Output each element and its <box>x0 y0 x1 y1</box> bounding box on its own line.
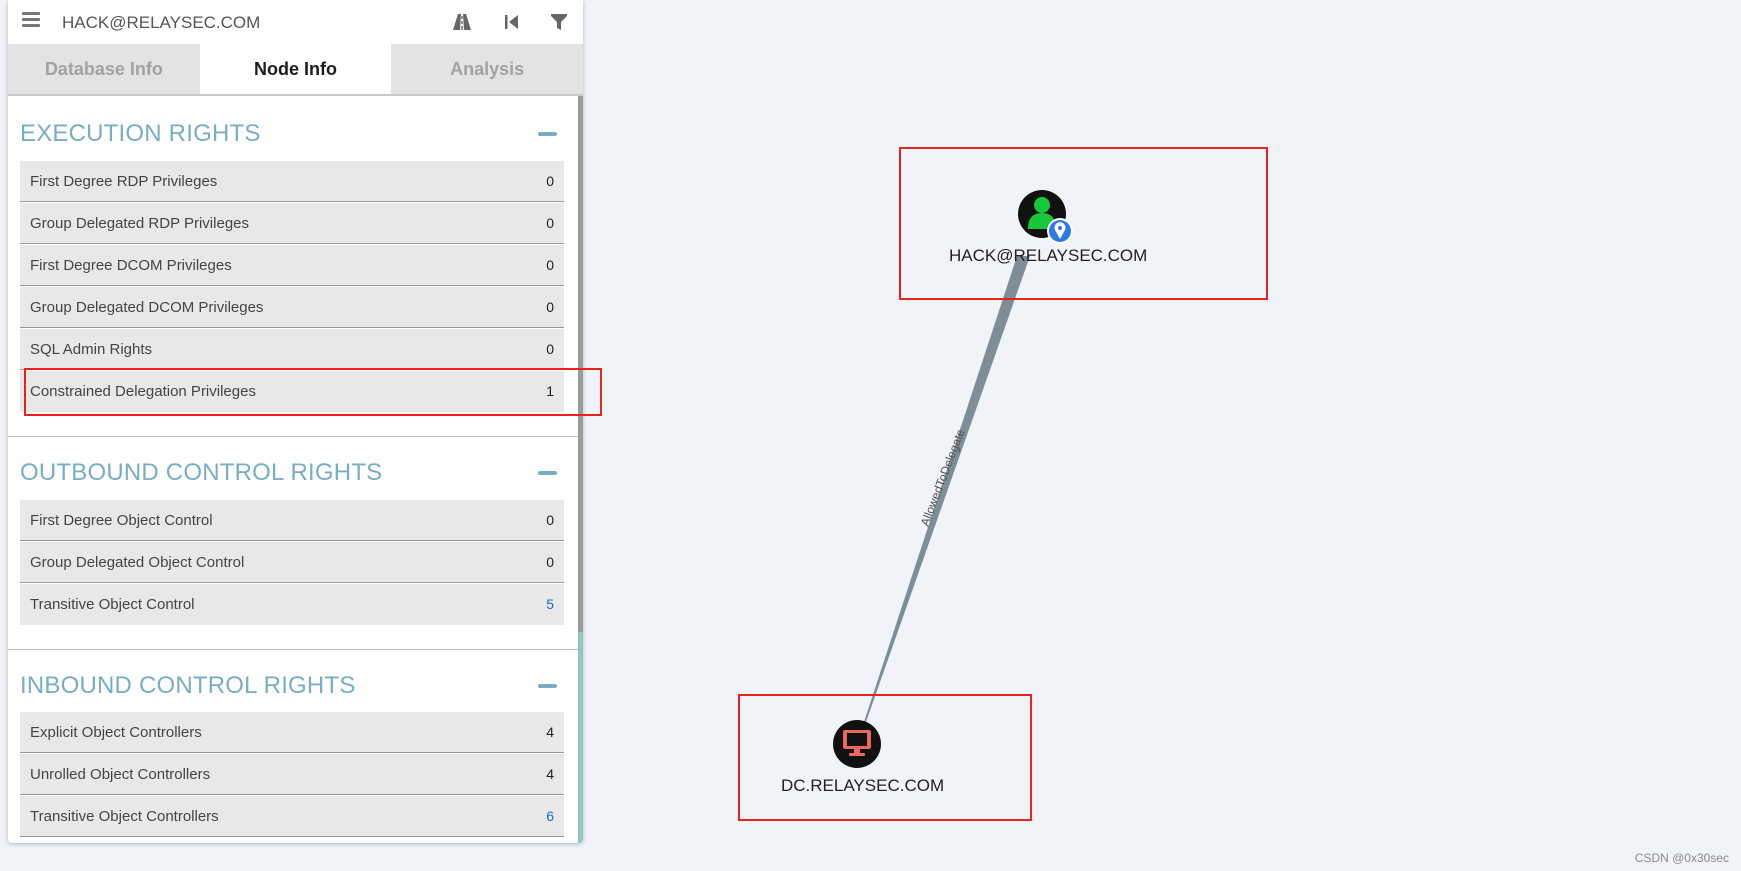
row-transitive-object-control[interactable]: Transitive Object Control 5 <box>20 584 564 625</box>
menu-icon[interactable] <box>22 12 40 30</box>
row-label: Group Delegated DCOM Privileges <box>30 299 264 316</box>
row-first-degree-dcom[interactable]: First Degree DCOM Privileges 0 <box>20 245 564 286</box>
row-value-link[interactable]: 5 <box>546 596 554 612</box>
row-label: Explicit Object Controllers <box>30 724 202 741</box>
row-label: First Degree DCOM Privileges <box>30 257 232 274</box>
tab-bar: Database Info Node Info Analysis <box>8 44 583 94</box>
section-title-execution: EXECUTION RIGHTS <box>20 120 261 147</box>
row-transitive-object-controllers[interactable]: Transitive Object Controllers 6 <box>20 796 564 837</box>
row-value: 4 <box>546 766 554 782</box>
section-title-inbound: INBOUND CONTROL RIGHTS <box>20 672 356 699</box>
filter-icon[interactable] <box>549 12 569 32</box>
row-group-delegated-object-control[interactable]: Group Delegated Object Control 0 <box>20 542 564 583</box>
back-icon[interactable] <box>502 12 522 32</box>
computer-node[interactable] <box>833 720 881 768</box>
row-label: First Degree Object Control <box>30 512 213 529</box>
user-node[interactable] <box>1018 190 1073 244</box>
row-value: 0 <box>546 341 554 357</box>
edge-allowedtodelegate[interactable] <box>864 256 1030 722</box>
node-info-panel: Database Info Node Info Analysis EXECUTI… <box>8 0 583 843</box>
row-label: Transitive Object Control <box>30 596 195 613</box>
collapse-execution-button[interactable] <box>538 132 557 136</box>
tab-node-info[interactable]: Node Info <box>199 44 392 94</box>
row-label: Unrolled Object Controllers <box>30 766 211 783</box>
row-group-delegated-dcom[interactable]: Group Delegated DCOM Privileges 0 <box>20 287 564 328</box>
row-value: 0 <box>546 173 554 189</box>
edge-label: AllowedToDelegate <box>918 427 968 528</box>
scrollbar-thumb[interactable] <box>578 96 583 632</box>
owned-marker-icon <box>1047 218 1073 244</box>
pathfinding-icon[interactable] <box>452 12 472 32</box>
row-label: Constrained Delegation Privileges <box>30 383 256 400</box>
row-value-link[interactable]: 6 <box>546 808 554 824</box>
tab-database-info[interactable]: Database Info <box>8 44 200 94</box>
row-value: 0 <box>546 215 554 231</box>
row-value: 0 <box>546 299 554 315</box>
section-divider <box>8 436 578 437</box>
row-unrolled-object-controllers[interactable]: Unrolled Object Controllers 4 <box>20 754 564 795</box>
collapse-outbound-button[interactable] <box>538 471 557 475</box>
row-first-degree-object-control[interactable]: First Degree Object Control 0 <box>20 500 564 541</box>
computer-node-label: DC.RELAYSEC.COM <box>781 776 945 795</box>
row-value: 0 <box>546 257 554 273</box>
row-label: First Degree RDP Privileges <box>30 173 218 190</box>
user-node-label: HACK@RELAYSEC.COM <box>949 246 1148 265</box>
row-label: Transitive Object Controllers <box>30 808 219 825</box>
row-value: 4 <box>546 724 554 740</box>
row-constrained-delegation[interactable]: Constrained Delegation Privileges 1 <box>20 371 564 412</box>
row-label: Group Delegated Object Control <box>30 554 245 571</box>
row-value: 1 <box>546 383 554 399</box>
row-label: SQL Admin Rights <box>30 341 152 358</box>
row-value: 0 <box>546 512 554 528</box>
search-bar <box>8 0 583 44</box>
row-label: Group Delegated RDP Privileges <box>30 215 250 232</box>
section-title-outbound: OUTBOUND CONTROL RIGHTS <box>20 459 383 486</box>
search-input[interactable] <box>60 8 444 38</box>
row-group-delegated-rdp[interactable]: Group Delegated RDP Privileges 0 <box>20 203 564 244</box>
collapse-inbound-button[interactable] <box>538 684 557 688</box>
node-info-content: EXECUTION RIGHTS First Degree RDP Privil… <box>8 96 578 843</box>
row-value: 0 <box>546 554 554 570</box>
row-first-degree-rdp[interactable]: First Degree RDP Privileges 0 <box>20 161 564 202</box>
row-explicit-object-controllers[interactable]: Explicit Object Controllers 4 <box>20 712 564 753</box>
watermark: CSDN @0x30sec <box>1634 851 1729 865</box>
row-sql-admin-rights[interactable]: SQL Admin Rights 0 <box>20 329 564 370</box>
tab-analysis[interactable]: Analysis <box>391 44 583 94</box>
section-divider <box>8 649 578 650</box>
